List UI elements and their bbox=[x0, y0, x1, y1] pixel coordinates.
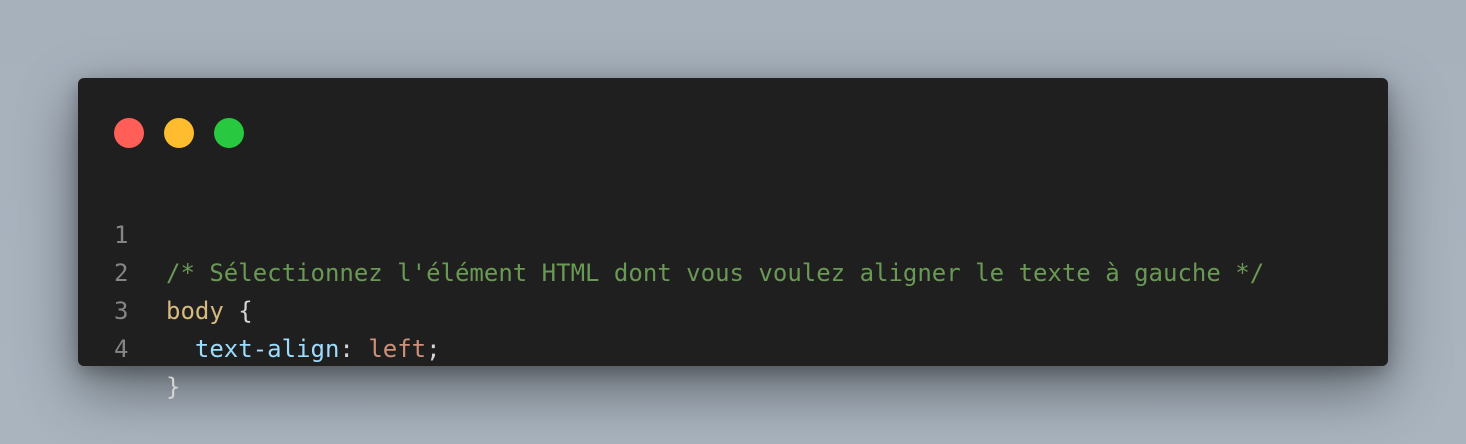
window-controls bbox=[114, 118, 244, 148]
code-line-4: 4 } bbox=[78, 292, 1388, 401]
line-number: 4 bbox=[114, 335, 129, 363]
maximize-dot-icon[interactable] bbox=[214, 118, 244, 148]
code-window: 1 /* Sélectionnez l'élément HTML dont vo… bbox=[78, 78, 1388, 401]
code-line-3: 3 text-align: left; bbox=[78, 254, 1388, 363]
code-line-1: 1 /* Sélectionnez l'élément HTML dont vo… bbox=[78, 178, 1388, 287]
css-value: left bbox=[368, 335, 427, 363]
colon: : bbox=[339, 335, 369, 363]
code-line-2: 2 body { bbox=[78, 216, 1388, 325]
minimize-dot-icon[interactable] bbox=[164, 118, 194, 148]
close-dot-icon[interactable] bbox=[114, 118, 144, 148]
css-property: text-align bbox=[194, 335, 340, 363]
code-block: 1 /* Sélectionnez l'élément HTML dont vo… bbox=[78, 178, 1388, 401]
semicolon: ; bbox=[426, 335, 441, 363]
close-brace: } bbox=[166, 373, 181, 401]
